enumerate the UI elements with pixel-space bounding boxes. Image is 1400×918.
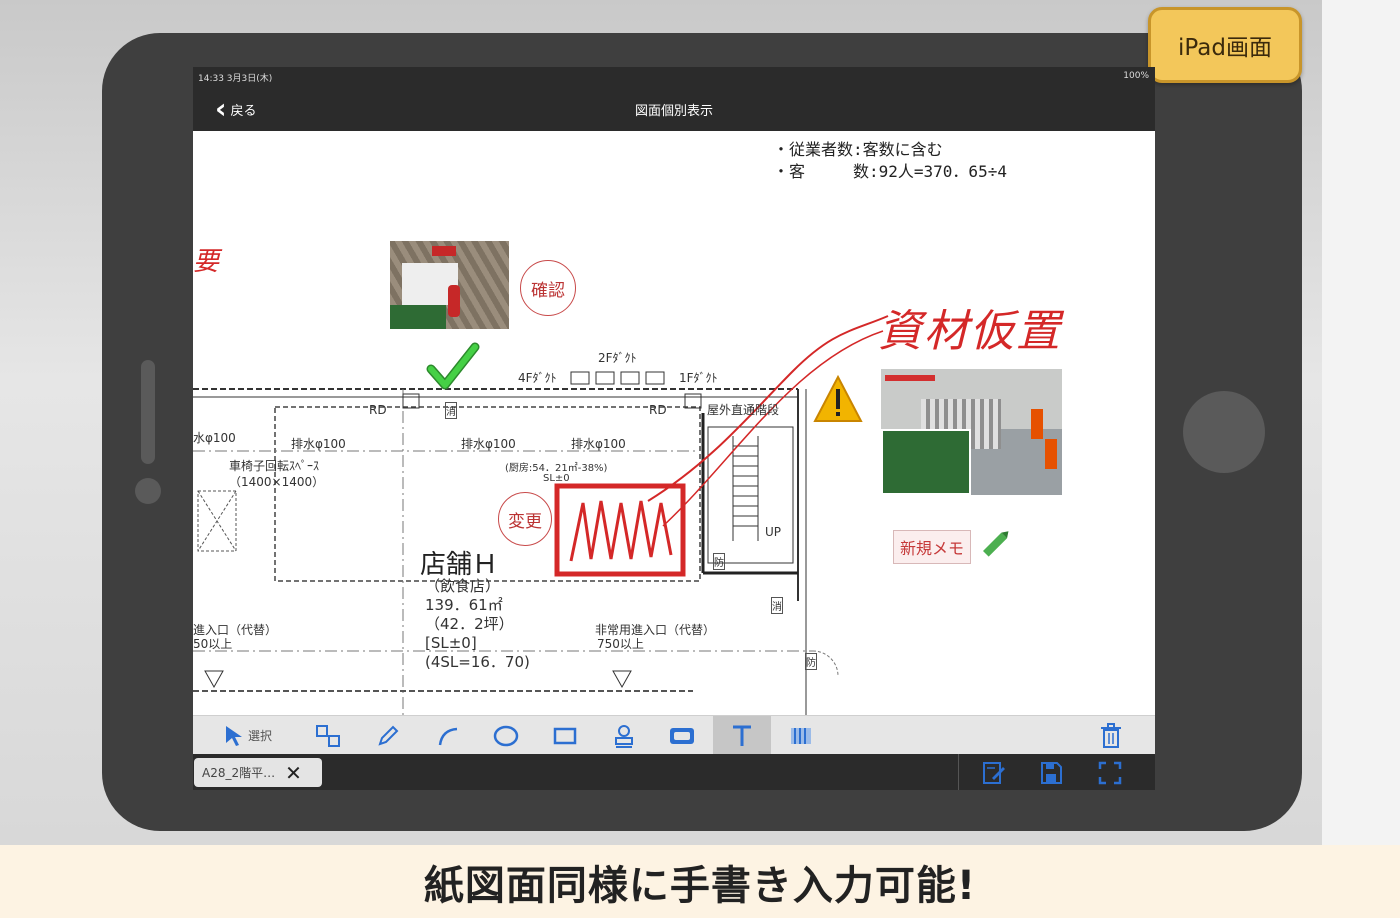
save-icon[interactable] bbox=[1038, 760, 1064, 786]
duct-label-1f: 1Fﾀﾞｸﾄ bbox=[679, 371, 718, 385]
pencil-icon bbox=[378, 725, 399, 746]
handwritten-note[interactable]: 資材仮置 bbox=[878, 295, 1062, 359]
text-icon bbox=[733, 725, 751, 746]
shop-details: （飲食店） 139．61㎡ （42．2坪） [SL±0] (4SL=16．70) bbox=[425, 577, 530, 671]
page-title: 図面個別表示 bbox=[634, 104, 713, 119]
file-tab[interactable]: A28_2階平… ✕ bbox=[194, 758, 322, 787]
stamp-tool-button[interactable] bbox=[604, 716, 644, 755]
stamp-icon bbox=[615, 724, 633, 748]
ellipse-tool-button[interactable] bbox=[486, 716, 526, 755]
duct-label-2f: 2Fﾀﾞｸﾄ bbox=[598, 351, 637, 365]
handwritten-note-left[interactable]: 要 bbox=[193, 241, 221, 278]
arrow-select-icon bbox=[225, 725, 242, 746]
background-right bbox=[1322, 0, 1400, 845]
trash-icon bbox=[1101, 722, 1121, 748]
stairs-label: 屋外直通階段 bbox=[707, 403, 780, 417]
rd-label-left: RD bbox=[369, 403, 387, 417]
status-time: 14:33 3月3日(木) bbox=[198, 74, 273, 84]
drain-label-4: 排水φ100 bbox=[571, 437, 626, 451]
edit-document-icon[interactable] bbox=[981, 760, 1007, 786]
file-tab-bar: A28_2階平… ✕ bbox=[193, 754, 1155, 790]
photo-materials[interactable] bbox=[881, 369, 1062, 495]
sl-level: SL±0 bbox=[543, 473, 570, 484]
new-memo[interactable]: 新規メモ bbox=[893, 530, 972, 564]
close-icon[interactable]: ✕ bbox=[285, 761, 302, 785]
drain-label-3: 排水φ100 bbox=[461, 437, 516, 451]
curve-tool-button[interactable] bbox=[428, 716, 468, 755]
kitchen-area: (厨房:54．21㎡-38%) bbox=[505, 463, 608, 474]
file-actions bbox=[958, 754, 1155, 790]
entrance-size: 50以上 bbox=[193, 637, 233, 651]
ellipse-icon bbox=[493, 725, 519, 746]
file-tab-label: A28_2階平… bbox=[202, 766, 276, 780]
duct-label-4f: 4Fﾀﾞｸﾄ bbox=[518, 371, 557, 385]
emergency-entrance-size: 750以上 bbox=[597, 637, 644, 651]
hatch-tool-button[interactable] bbox=[781, 716, 821, 755]
ipad-screen: 14:33 3月3日(木) 100% ‹ 戻る 図面個別表示 ・従業者数:客数に… bbox=[193, 67, 1155, 790]
nav-bar: ‹ 戻る 図面個別表示 bbox=[193, 87, 1155, 131]
note-employees: ・従業者数:客数に含む bbox=[773, 140, 943, 159]
camera-dot bbox=[135, 478, 161, 504]
wheelchair-label: 車椅子回転ｽﾍﾟｰｽ bbox=[229, 459, 320, 473]
home-button[interactable] bbox=[1183, 391, 1265, 473]
select-tool-label: 選択 bbox=[247, 729, 272, 743]
photo-extinguisher[interactable] bbox=[390, 241, 509, 329]
fire-symbol-4: 防 bbox=[805, 653, 817, 670]
caption-banner: 紙図面同様に手書き入力可能! bbox=[0, 845, 1400, 918]
fire-symbol-2: 消 bbox=[771, 597, 783, 614]
rounded-box-icon bbox=[670, 727, 694, 744]
drain-label-1: 水φ100 bbox=[193, 431, 236, 445]
hatch-pattern-icon bbox=[791, 727, 811, 744]
group-tool-button[interactable] bbox=[308, 716, 348, 755]
rounded-box-tool-button[interactable] bbox=[662, 716, 702, 755]
fire-symbol-3: 防 bbox=[713, 553, 725, 570]
ipad-screen-badge: iPad画面 bbox=[1148, 7, 1302, 83]
select-tool-button[interactable]: 選択 bbox=[213, 716, 283, 755]
delete-button[interactable] bbox=[1091, 716, 1131, 755]
shop-name: 店舗Ｈ bbox=[420, 550, 499, 580]
pencil-tool-button[interactable] bbox=[368, 716, 408, 755]
drain-label-2: 排水φ100 bbox=[291, 437, 346, 451]
drawing-canvas[interactable]: ・従業者数:客数に含む ・客 数:92人=370．65÷4 2Fﾀﾞｸﾄ 4Fﾀ… bbox=[193, 131, 1155, 715]
drawing-toolbar: 選択 bbox=[193, 715, 1155, 755]
wheelchair-size: （1400×1400） bbox=[229, 475, 325, 489]
camera-slot bbox=[141, 360, 155, 464]
fullscreen-icon[interactable] bbox=[1097, 760, 1123, 786]
stamp-confirm[interactable]: 確認 bbox=[520, 260, 576, 316]
rectangle-icon bbox=[553, 727, 577, 744]
stamp-change[interactable]: 変更 bbox=[498, 492, 552, 546]
fire-symbol-1: 消 bbox=[445, 402, 457, 419]
group-shapes-icon bbox=[316, 724, 340, 747]
rd-label-right: RD bbox=[649, 403, 667, 417]
text-tool-button[interactable] bbox=[713, 716, 771, 755]
status-bar: 14:33 3月3日(木) 100% bbox=[193, 67, 1155, 87]
up-label: UP bbox=[765, 525, 782, 539]
battery-status: 100% bbox=[1123, 71, 1149, 81]
note-customers: ・客 数:92人=370．65÷4 bbox=[773, 162, 1007, 181]
curve-line-icon bbox=[438, 727, 458, 745]
rectangle-tool-button[interactable] bbox=[545, 716, 585, 755]
